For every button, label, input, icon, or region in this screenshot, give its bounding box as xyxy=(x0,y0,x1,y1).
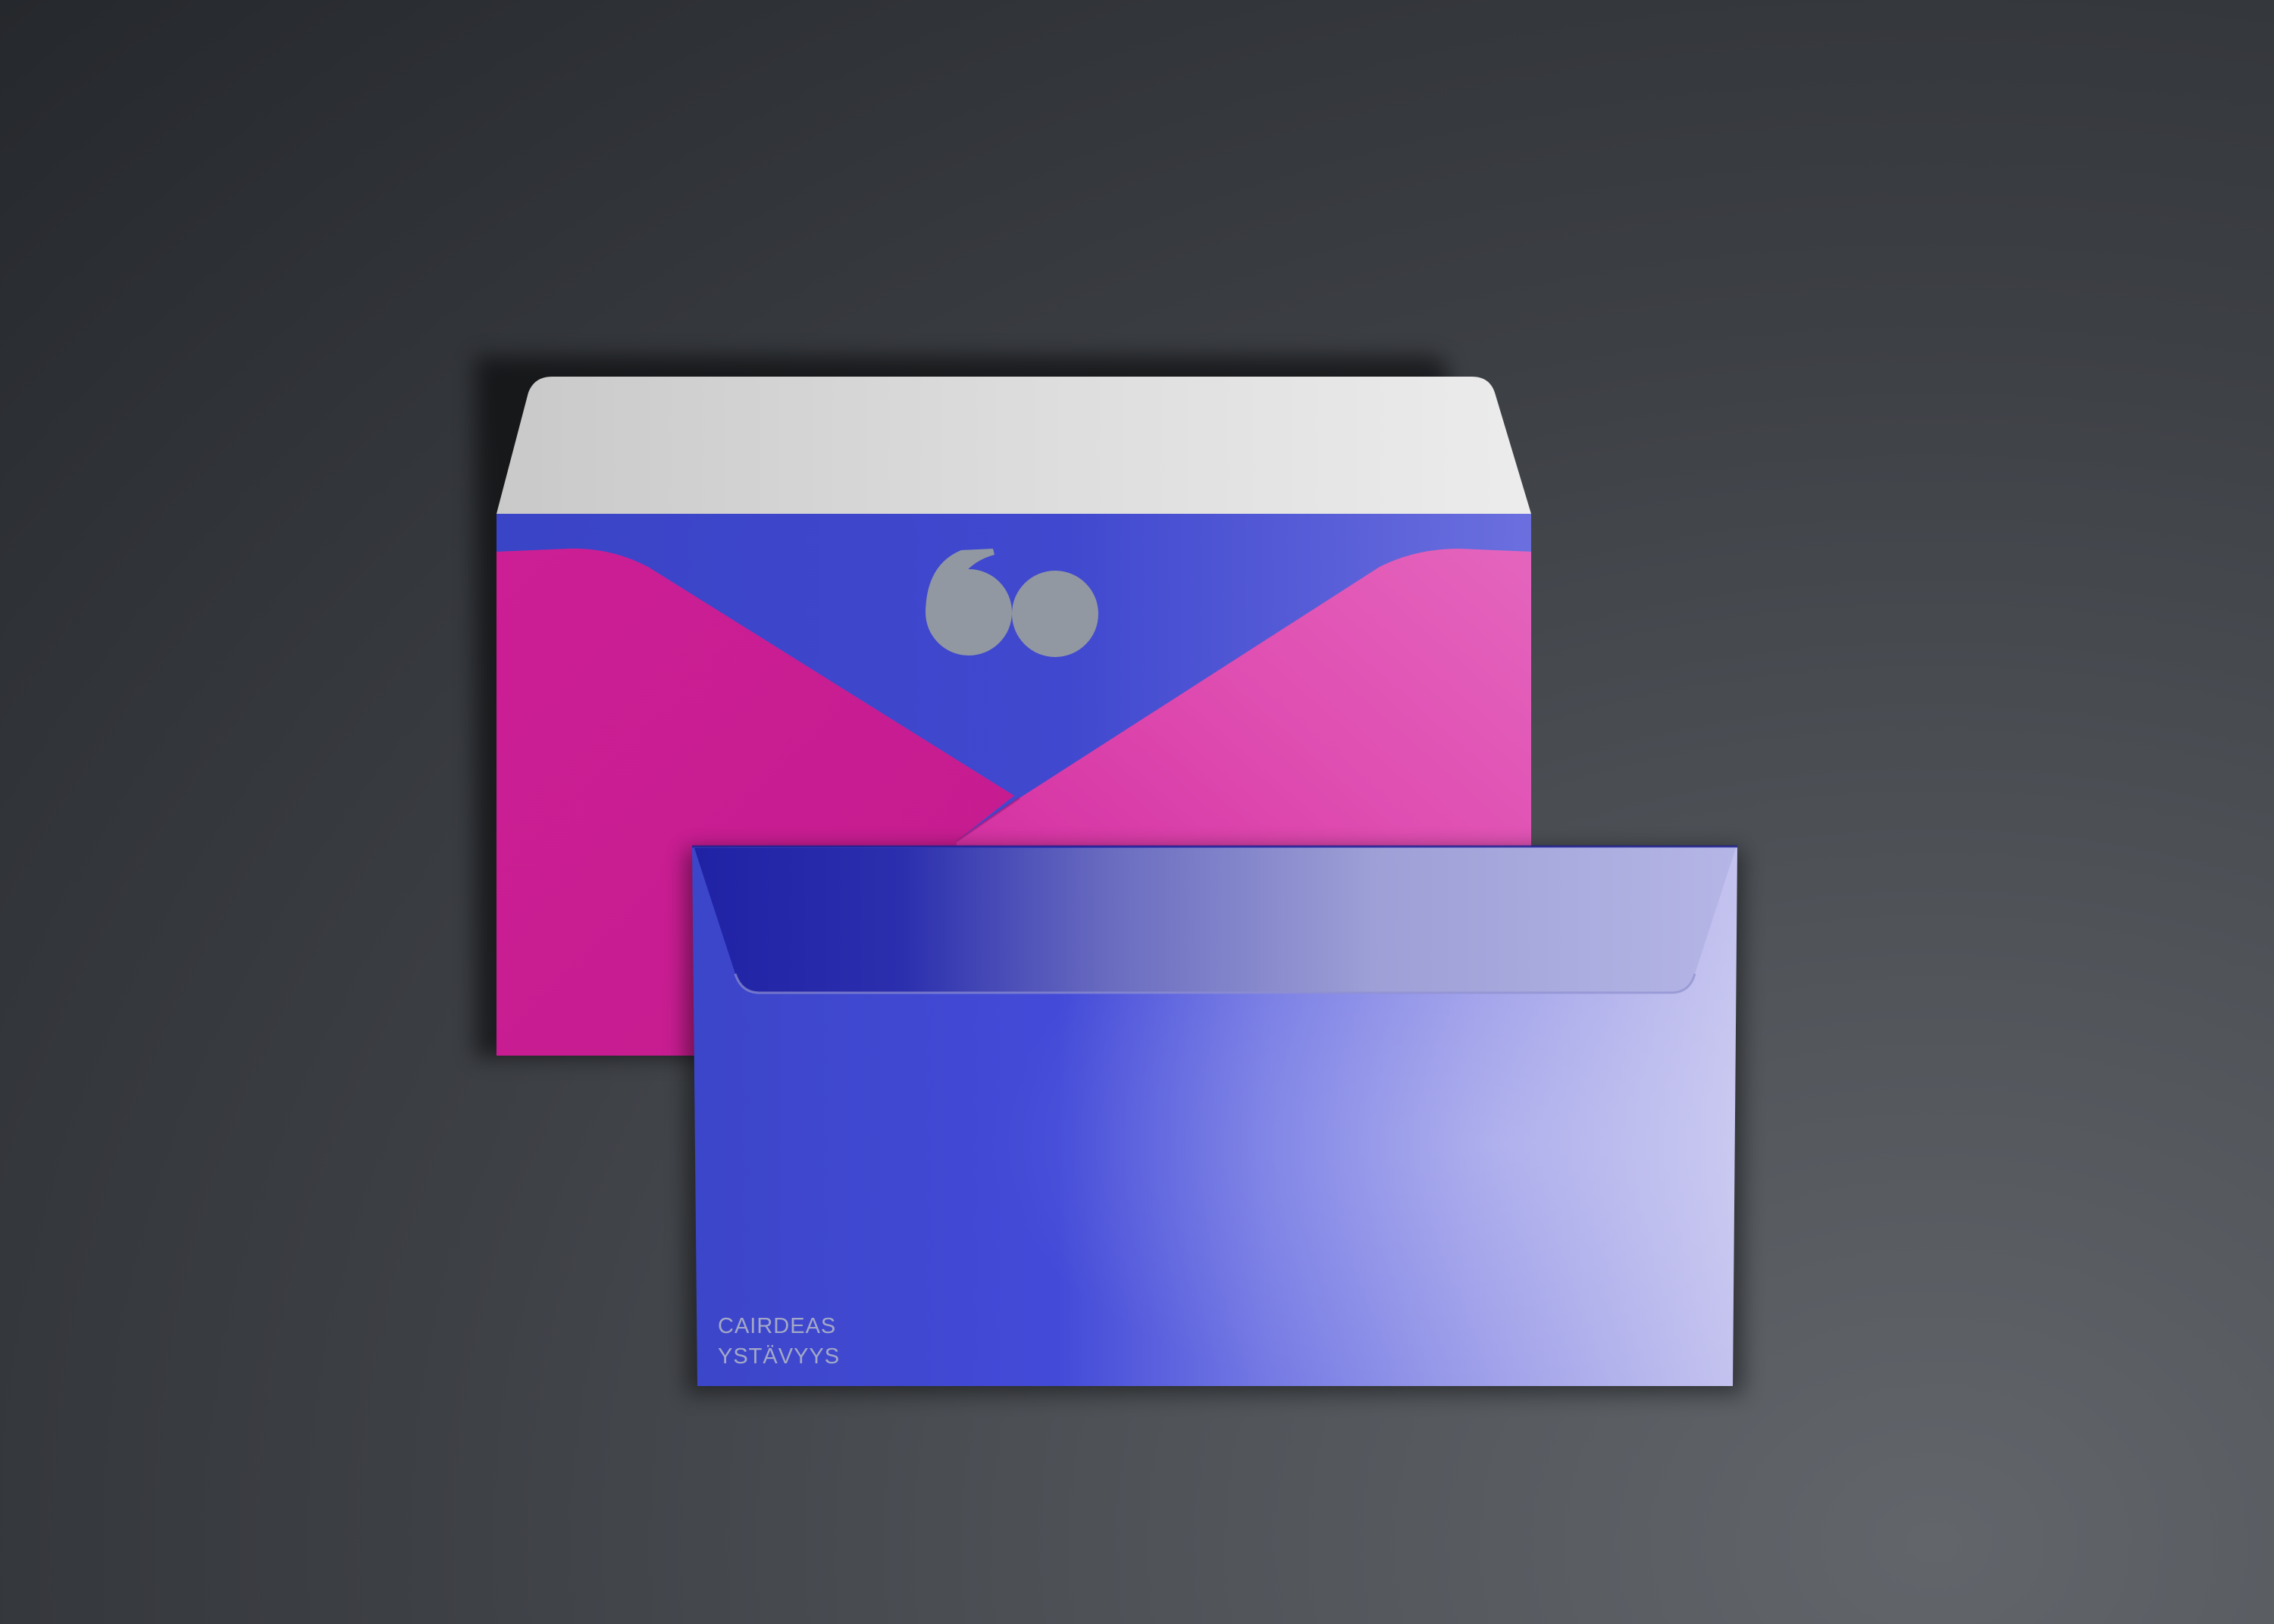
envelope-mockup-scene: CAIRDEAS YSTÄVYYS xyxy=(0,0,2274,1624)
envelope-mockup-art xyxy=(475,356,1743,1394)
front-envelope xyxy=(692,845,1737,1386)
front-envelope-flap xyxy=(694,848,1736,993)
front-envelope-text: CAIRDEAS YSTÄVYYS xyxy=(718,1311,840,1372)
front-envelope-line-cairdeas: CAIRDEAS xyxy=(718,1314,837,1338)
back-envelope-flap xyxy=(496,377,1531,514)
front-envelope-line-ystavyys: YSTÄVYYS xyxy=(718,1344,841,1369)
